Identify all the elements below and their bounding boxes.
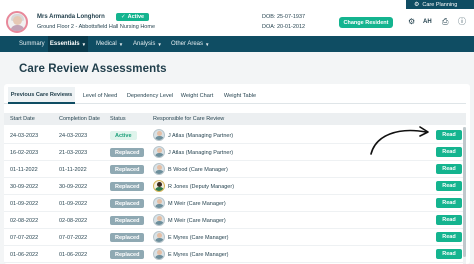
completion-date-cell: 24-03-2023 bbox=[59, 132, 88, 139]
scrollbar-thumb[interactable] bbox=[463, 127, 466, 257]
info-icon[interactable]: ⓘ bbox=[458, 18, 466, 26]
table-row: 02-08-2022 02-08-2022 Replaced M Weir (Care… bbox=[4, 212, 466, 229]
start-date-cell: 16-02-2023 bbox=[10, 149, 39, 156]
column-header-responsible[interactable]: Responsible for Care Review bbox=[153, 113, 224, 125]
table-scrollbar[interactable] bbox=[463, 127, 466, 264]
chevron-down-icon: ▼ bbox=[81, 41, 87, 47]
top-strip bbox=[0, 0, 474, 9]
responsible-cell: R Jones (Deputy Manager) bbox=[168, 183, 235, 190]
status-badge: Replaced bbox=[110, 182, 145, 191]
resident-status-badge: ✓ Active bbox=[116, 13, 150, 21]
change-resident-button[interactable]: Change Resident bbox=[339, 17, 393, 28]
start-date-cell: 07-07-2022 bbox=[10, 234, 39, 241]
resident-location: Ground Floor 2 - Abbottsfield Hall Nursi… bbox=[37, 24, 155, 30]
tab-bar: Previous Care Reviews Level of Need Depe… bbox=[4, 87, 466, 104]
chevron-down-icon: ▼ bbox=[118, 41, 124, 47]
read-button[interactable]: Read bbox=[436, 249, 462, 259]
read-button[interactable]: Read bbox=[436, 181, 462, 191]
user-initials[interactable]: AH bbox=[423, 19, 432, 25]
responsible-cell: E Myres (Care Manager) bbox=[168, 234, 229, 241]
status-badge: Replaced bbox=[110, 165, 145, 174]
read-button[interactable]: Read bbox=[436, 147, 462, 157]
start-date-cell: 02-08-2022 bbox=[10, 217, 39, 224]
table-row: 01-09-2022 01-09-2022 Replaced M Weir (Care… bbox=[4, 195, 466, 212]
status-badge: Replaced bbox=[110, 216, 145, 225]
avatar bbox=[153, 197, 165, 209]
responsible-cell: J Atlas (Managing Partner) bbox=[168, 132, 234, 139]
nav-item-other-areas[interactable]: Other Areas ▼ bbox=[171, 36, 209, 52]
table-row: 30-09-2022 30-09-2022 Replaced R Jones (Dep… bbox=[4, 178, 466, 195]
responsible-cell: E Myres (Care Manager) bbox=[168, 251, 229, 258]
care-planning-button[interactable]: ⚙ Care Planning bbox=[406, 0, 474, 9]
avatar bbox=[153, 146, 165, 158]
tab-weight-table[interactable]: Weight Table bbox=[220, 87, 260, 104]
tab-level-of-need[interactable]: Level of Need bbox=[78, 87, 122, 104]
avatar bbox=[153, 163, 165, 175]
column-header-start-date[interactable]: Start Date bbox=[10, 113, 35, 125]
status-badge: Active bbox=[110, 131, 137, 140]
completion-date-cell: 07-07-2022 bbox=[59, 234, 88, 241]
start-date-cell: 01-11-2022 bbox=[10, 166, 38, 173]
status-badge: Replaced bbox=[110, 148, 145, 157]
read-button[interactable]: Read bbox=[436, 130, 462, 140]
responsible-cell: J Atlas (Managing Partner) bbox=[168, 149, 234, 156]
nav-item-essentials[interactable]: Essentials ▼ bbox=[48, 36, 88, 52]
main-nav: Summary Essentials ▼ Medical ▼ Analysis ▼ O… bbox=[0, 36, 474, 52]
print-icon[interactable]: ⎙ bbox=[442, 18, 448, 26]
check-icon: ✓ bbox=[121, 14, 126, 20]
gear-icon: ⚙ bbox=[414, 1, 420, 8]
column-header-completion-date[interactable]: Completion Date bbox=[59, 113, 100, 125]
start-date-cell: 30-09-2022 bbox=[10, 183, 39, 190]
resident-avatar[interactable] bbox=[6, 11, 28, 33]
resident-name: Mrs Armanda Longhorn bbox=[37, 14, 105, 20]
start-date-cell: 01-09-2022 bbox=[10, 200, 39, 207]
page-title: Care Review Assessments bbox=[19, 63, 167, 75]
status-badge: Replaced bbox=[110, 199, 145, 208]
status-badge: Replaced bbox=[110, 233, 145, 242]
avatar bbox=[153, 214, 165, 226]
resident-status-label: Active bbox=[127, 14, 145, 20]
care-planning-label: Care Planning bbox=[422, 1, 458, 8]
start-date-cell: 01-06-2022 bbox=[10, 251, 39, 258]
responsible-cell: M Weir (Care Manager) bbox=[168, 217, 226, 224]
completion-date-cell: 21-03-2023 bbox=[59, 149, 88, 156]
avatar bbox=[153, 129, 165, 141]
curved-arrow-icon bbox=[370, 126, 429, 155]
chevron-down-icon: ▼ bbox=[205, 41, 210, 47]
read-button[interactable]: Read bbox=[436, 215, 462, 225]
status-badge: Replaced bbox=[110, 250, 145, 259]
tab-dependency-level[interactable]: Dependency Level bbox=[124, 87, 176, 104]
nav-item-medical[interactable]: Medical ▼ bbox=[96, 36, 123, 52]
avatar bbox=[153, 231, 165, 243]
read-button[interactable]: Read bbox=[436, 232, 462, 242]
avatar bbox=[153, 180, 165, 192]
completion-date-cell: 02-08-2022 bbox=[59, 217, 88, 224]
table-row: 01-06-2022 01-06-2022 Replaced E Myres (Car… bbox=[4, 246, 466, 263]
resident-doa: DOA: 20-01-2012 bbox=[262, 24, 306, 30]
table-row: 07-07-2022 07-07-2022 Replaced E Myres (Car… bbox=[4, 229, 466, 246]
completion-date-cell: 01-06-2022 bbox=[59, 251, 88, 258]
column-header-status[interactable]: Status bbox=[110, 113, 126, 125]
read-button[interactable]: Read bbox=[436, 164, 462, 174]
start-date-cell: 24-03-2023 bbox=[10, 132, 39, 139]
nav-item-summary[interactable]: Summary bbox=[19, 36, 45, 52]
read-button[interactable]: Read bbox=[436, 198, 462, 208]
responsible-cell: M Weir (Care Manager) bbox=[168, 200, 226, 207]
completion-date-cell: 01-11-2022 bbox=[59, 166, 87, 173]
avatar bbox=[153, 248, 165, 260]
completion-date-cell: 01-09-2022 bbox=[59, 200, 88, 207]
resident-header: Mrs Armanda Longhorn ✓ Active Ground Flo… bbox=[0, 9, 474, 36]
completion-date-cell: 30-09-2022 bbox=[59, 183, 88, 190]
resident-dob: DOB: 25-07-1937 bbox=[262, 14, 306, 20]
chevron-down-icon: ▼ bbox=[157, 41, 162, 47]
gear-icon[interactable]: ⚙ bbox=[408, 18, 415, 26]
tab-previous-care-reviews[interactable]: Previous Care Reviews bbox=[8, 87, 75, 104]
tab-weight-chart[interactable]: Weight Chart bbox=[178, 87, 216, 104]
nav-item-analysis[interactable]: Analysis ▼ bbox=[133, 36, 162, 52]
table-row: 01-11-2022 01-11-2022 Replaced B Wood (Care… bbox=[4, 161, 466, 178]
responsible-cell: B Wood (Care Manager) bbox=[168, 166, 228, 173]
